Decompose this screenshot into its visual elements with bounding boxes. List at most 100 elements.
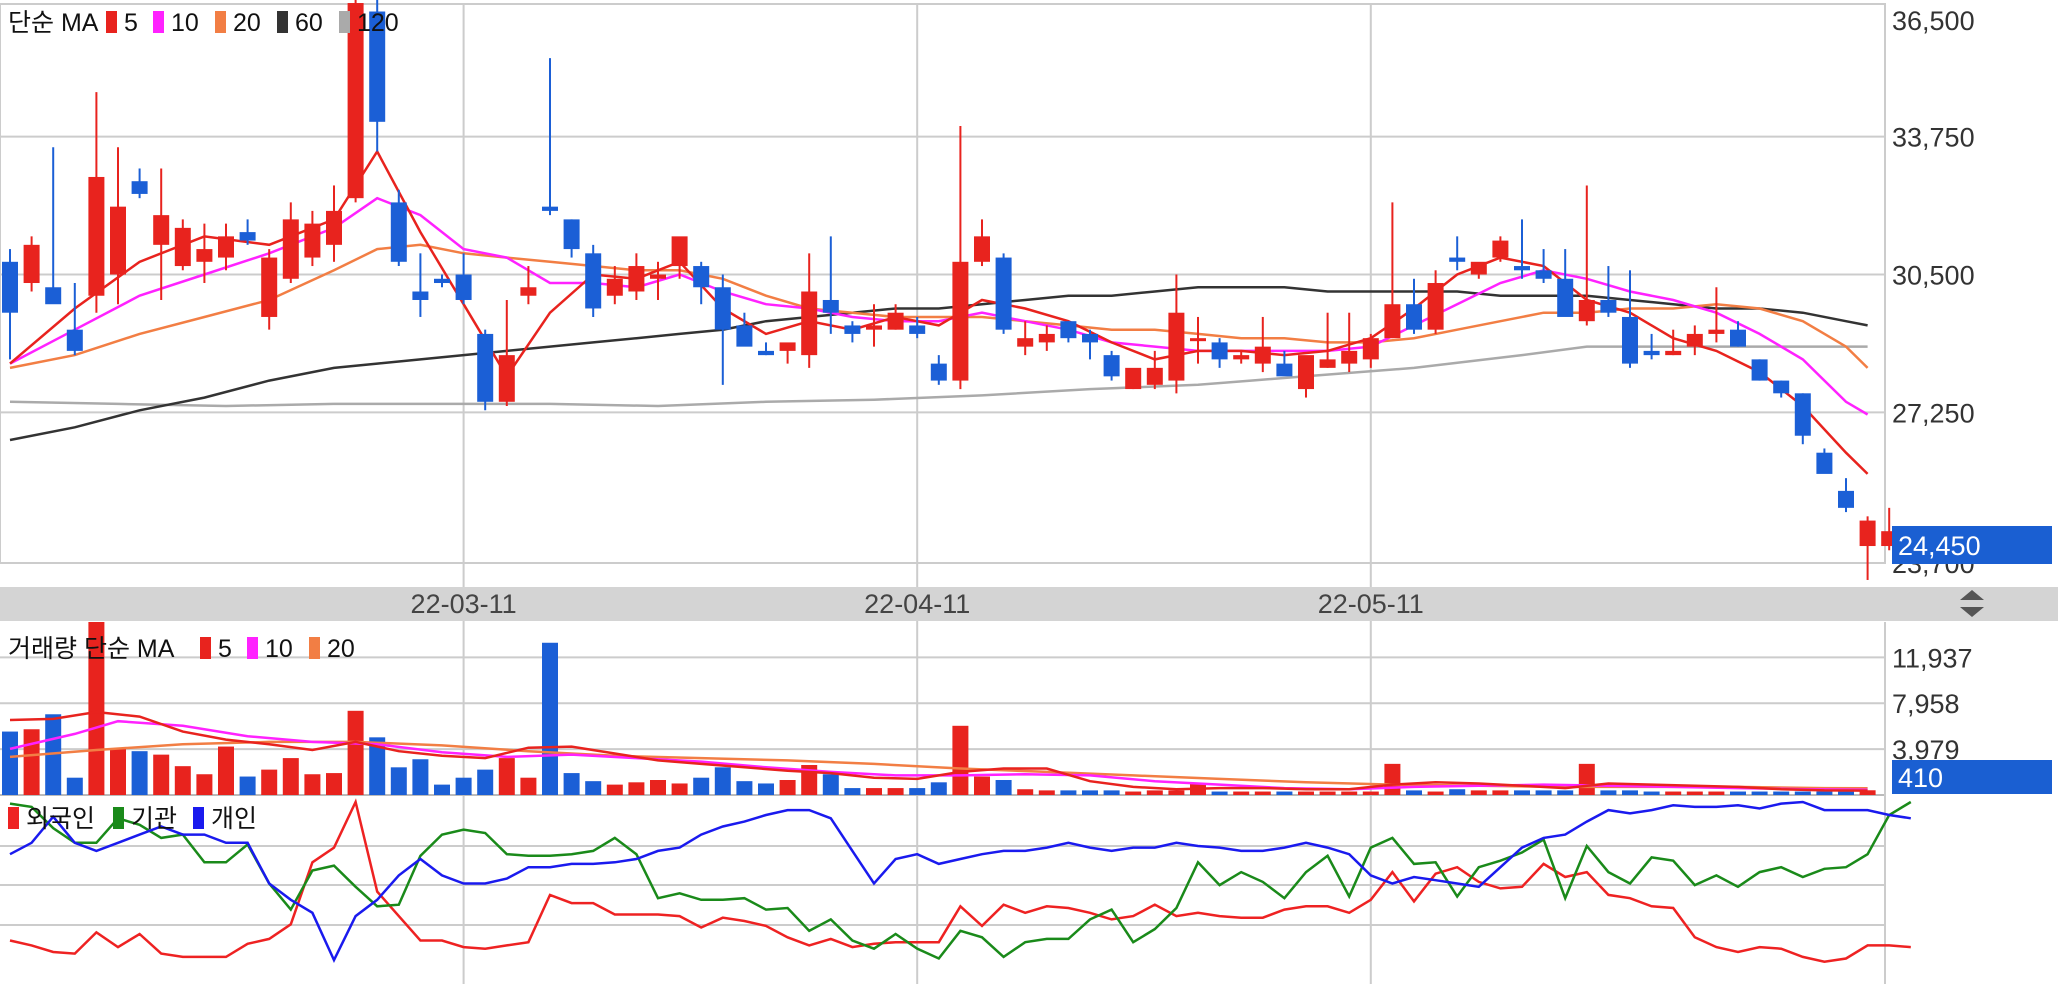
volume-bar[interactable] [542,642,558,795]
volume-bar[interactable] [1362,791,1379,795]
volume-bar[interactable] [1578,763,1595,795]
date-band-background [0,587,2058,621]
volume-bar[interactable] [1060,790,1077,795]
candle-body [304,223,321,258]
volume-bar[interactable] [498,758,515,795]
volume-bar[interactable] [326,773,342,795]
volume-bar[interactable] [650,780,666,795]
volume-bar[interactable] [1773,791,1790,795]
volume-bar[interactable] [736,781,753,795]
volume-bar[interactable] [1643,791,1660,795]
volume-bar[interactable] [1838,791,1854,795]
volume-bar[interactable] [628,782,645,795]
volume-bar[interactable] [477,769,494,795]
candle[interactable] [1103,350,1120,381]
volume-bar[interactable] [110,748,126,795]
candle-body [1665,350,1682,356]
volume-bar[interactable] [282,758,299,795]
volume-bar[interactable] [196,774,213,795]
volume-bar[interactable] [1211,791,1228,795]
candle-body [844,325,861,334]
volume-bar[interactable] [1254,791,1271,795]
volume-bar[interactable] [1751,791,1768,795]
volume-bar[interactable] [974,776,990,795]
volume-bar[interactable] [1794,791,1811,795]
stock-chart[interactable]: 36,50033,75030,50027,25023,700 22-03-112… [0,0,2058,984]
candle[interactable] [477,329,494,411]
volume-bar[interactable] [866,788,882,795]
volume-bar[interactable] [1427,791,1444,795]
volume-bar[interactable] [1514,790,1530,795]
volume-bar[interactable] [1168,790,1185,795]
volume-bar[interactable] [1665,791,1682,795]
volume-bar[interactable] [347,710,364,795]
volume-bar[interactable] [1319,791,1336,795]
volume-bar[interactable] [563,773,580,795]
volume-bar[interactable] [1449,789,1466,795]
volume-bar[interactable] [412,759,429,795]
volume-bar[interactable] [995,780,1012,795]
volume-bar[interactable] [218,746,234,795]
volume-bar[interactable] [714,767,731,795]
volume-bar[interactable] [390,767,407,795]
volume-bar[interactable] [1276,791,1293,795]
price-legend-label: 10 [171,9,199,37]
volume-bar[interactable] [1103,790,1120,795]
volume-bar[interactable] [606,784,623,795]
volume-bar[interactable] [1341,791,1358,795]
volume-bar[interactable] [1816,791,1833,795]
volume-bar[interactable] [1622,790,1638,795]
volume-bar[interactable] [909,788,926,795]
volume-bar[interactable] [1470,790,1487,795]
candle-body [1190,338,1206,342]
volume-bar[interactable] [779,780,796,795]
volume-bar[interactable] [585,781,602,795]
candle-body [974,236,990,262]
volume-bar[interactable] [887,788,904,795]
volume-bar[interactable] [1708,791,1725,795]
candle[interactable] [585,244,602,317]
volume-bar[interactable] [693,777,710,795]
volume-bar[interactable] [1146,790,1163,795]
volume-bar[interactable] [1125,791,1142,795]
volume-bar[interactable] [1017,789,1034,795]
volume-bar[interactable] [23,729,40,795]
candle-body [1384,304,1401,339]
current-price-badge-text: 24,450 [1898,531,1981,561]
volume-bar[interactable] [844,788,861,795]
volume-bar[interactable] [66,777,83,795]
candle-body [174,227,191,267]
volume-bar[interactable] [671,783,688,795]
volume-bar[interactable] [1233,791,1250,795]
candle[interactable] [1125,367,1142,390]
volume-bar[interactable] [822,774,839,795]
volume-bar[interactable] [1082,790,1098,795]
volume-bar[interactable] [952,725,969,795]
volume-bar[interactable] [520,777,537,795]
volume-bar[interactable] [455,777,472,795]
volume-bar[interactable] [1384,763,1401,795]
volume-bar[interactable] [261,769,278,795]
candle-body [758,350,774,356]
volume-bar[interactable] [758,783,774,795]
volume-bar[interactable] [1557,790,1574,795]
volume-bar[interactable] [1038,790,1055,795]
volume-bar[interactable] [131,751,148,795]
volume-bar[interactable] [1492,790,1509,795]
volume-bar[interactable] [1535,790,1552,795]
volume-bar[interactable] [2,731,18,795]
volume-bar[interactable] [174,766,191,795]
volume-bar[interactable] [304,774,321,795]
volume-bar[interactable] [153,754,170,795]
volume-bar[interactable] [1406,790,1422,795]
volume-bar[interactable] [434,784,450,795]
volume-bar[interactable] [239,776,256,795]
volume-bar[interactable] [1600,790,1617,795]
price-legend-label: 60 [295,9,323,37]
candle[interactable] [995,253,1012,334]
volume-bar[interactable] [930,782,947,795]
volume-bar[interactable] [1298,791,1314,795]
volume-bar[interactable] [1686,791,1703,795]
volume-bar[interactable] [1730,791,1746,795]
candle[interactable] [1751,359,1768,381]
